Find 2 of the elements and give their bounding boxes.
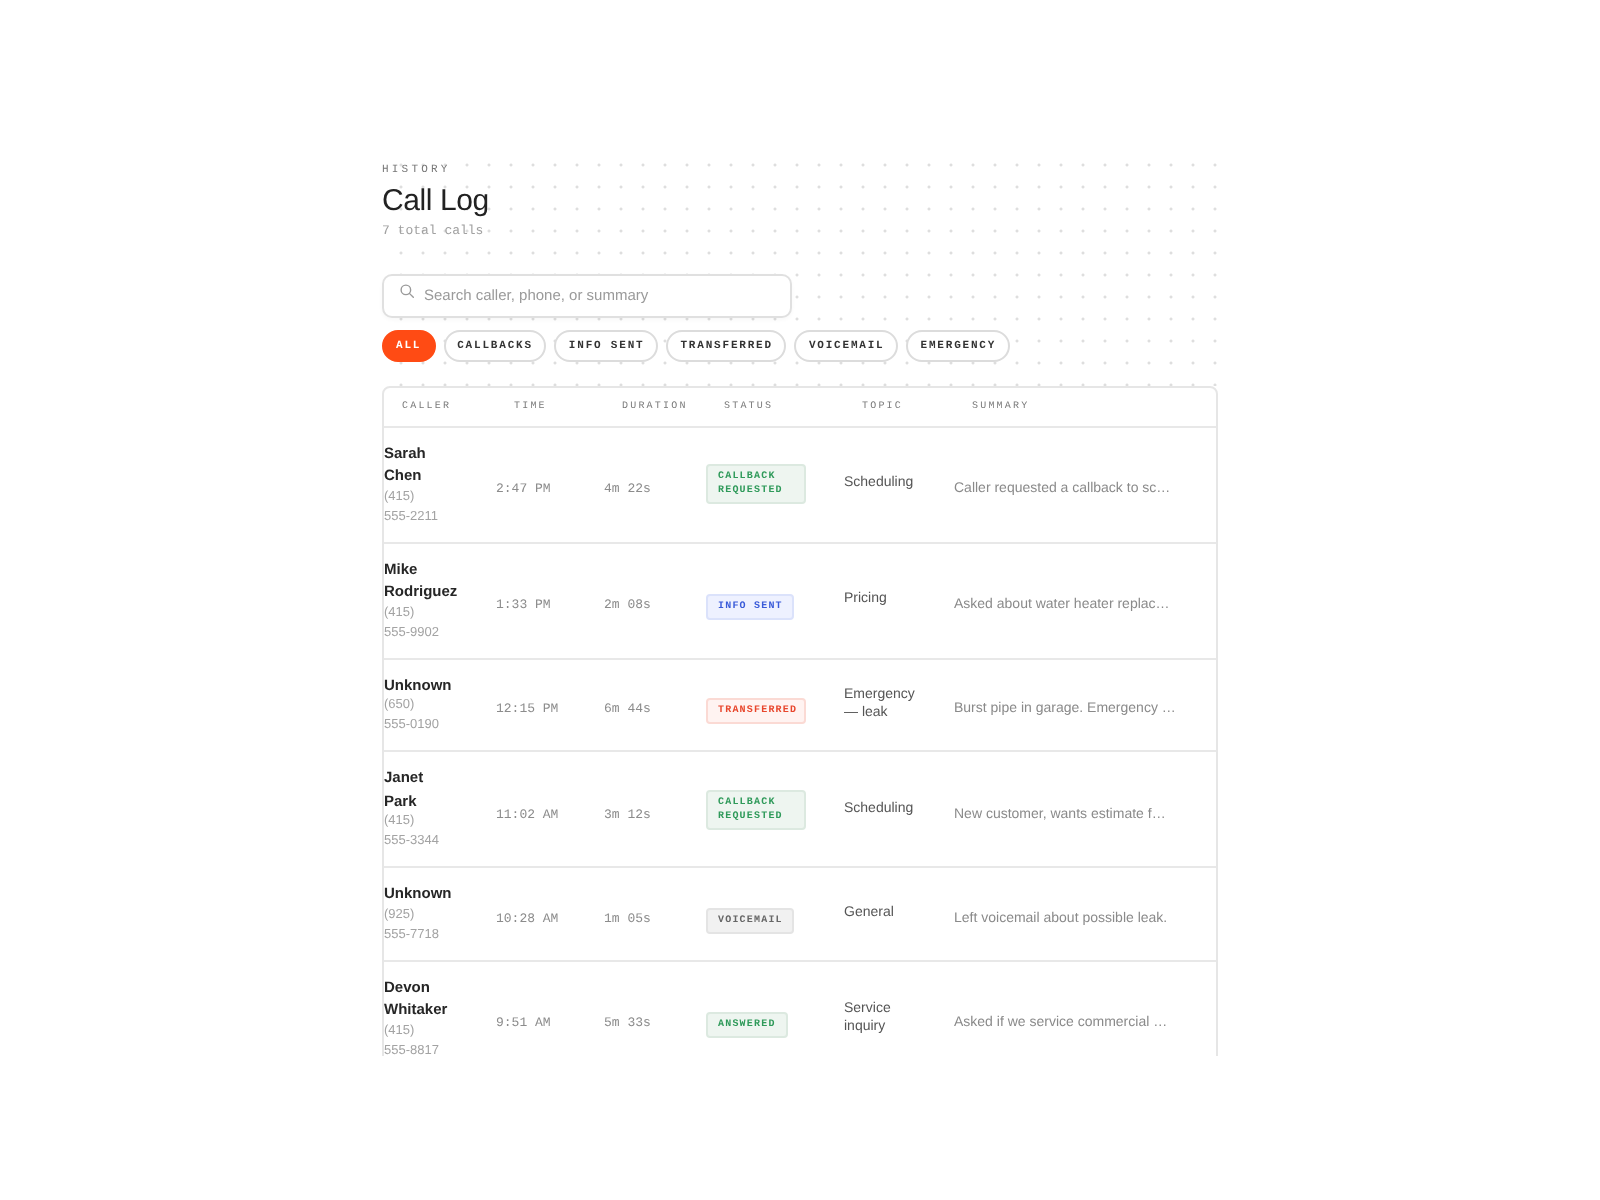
page-title: Call Log	[382, 184, 491, 220]
search-icon	[400, 283, 414, 297]
